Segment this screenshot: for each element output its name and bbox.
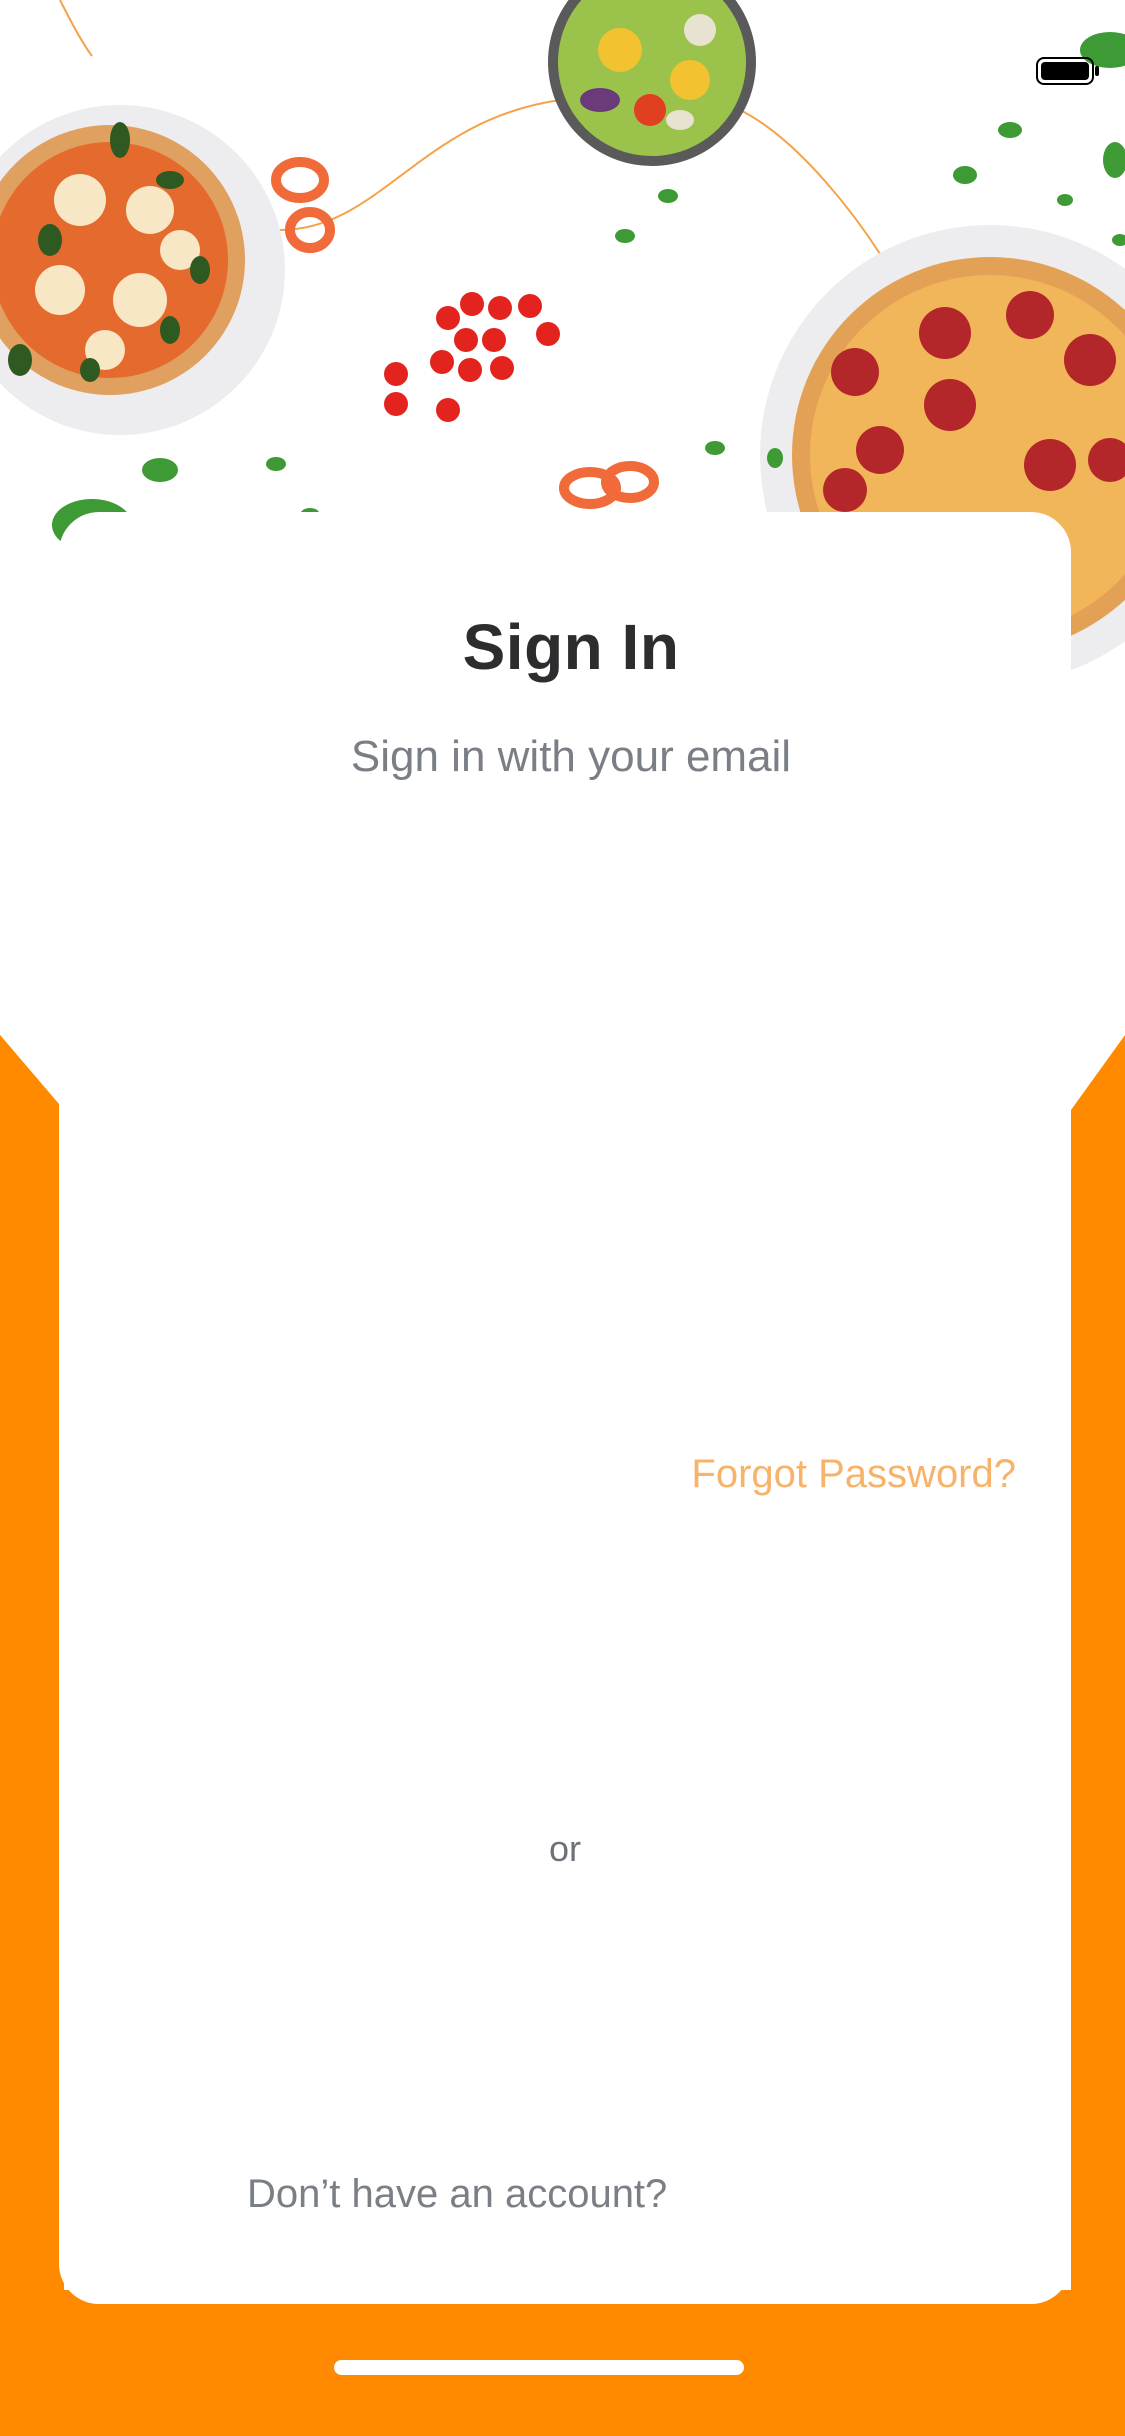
salad-bowl-image <box>548 0 756 166</box>
page-subtitle: Sign in with your email <box>350 732 792 781</box>
cherry-tomatoes-image <box>384 292 560 422</box>
page-title: Sign In <box>462 611 680 683</box>
sign-in-screen: Sign In Sign in with your email Forgot P… <box>0 0 1125 2436</box>
no-account-text: Don’t have an account? <box>247 2172 668 2216</box>
or-divider-label: or <box>548 1828 581 1869</box>
forgot-password-link[interactable]: Forgot Password? <box>691 1452 1016 1497</box>
home-indicator[interactable] <box>334 2360 744 2375</box>
margherita-pizza-image <box>0 105 285 435</box>
battery-full-icon <box>1036 57 1099 85</box>
sign-in-card: Sign In Sign in with your email Forgot P… <box>59 512 1071 2304</box>
